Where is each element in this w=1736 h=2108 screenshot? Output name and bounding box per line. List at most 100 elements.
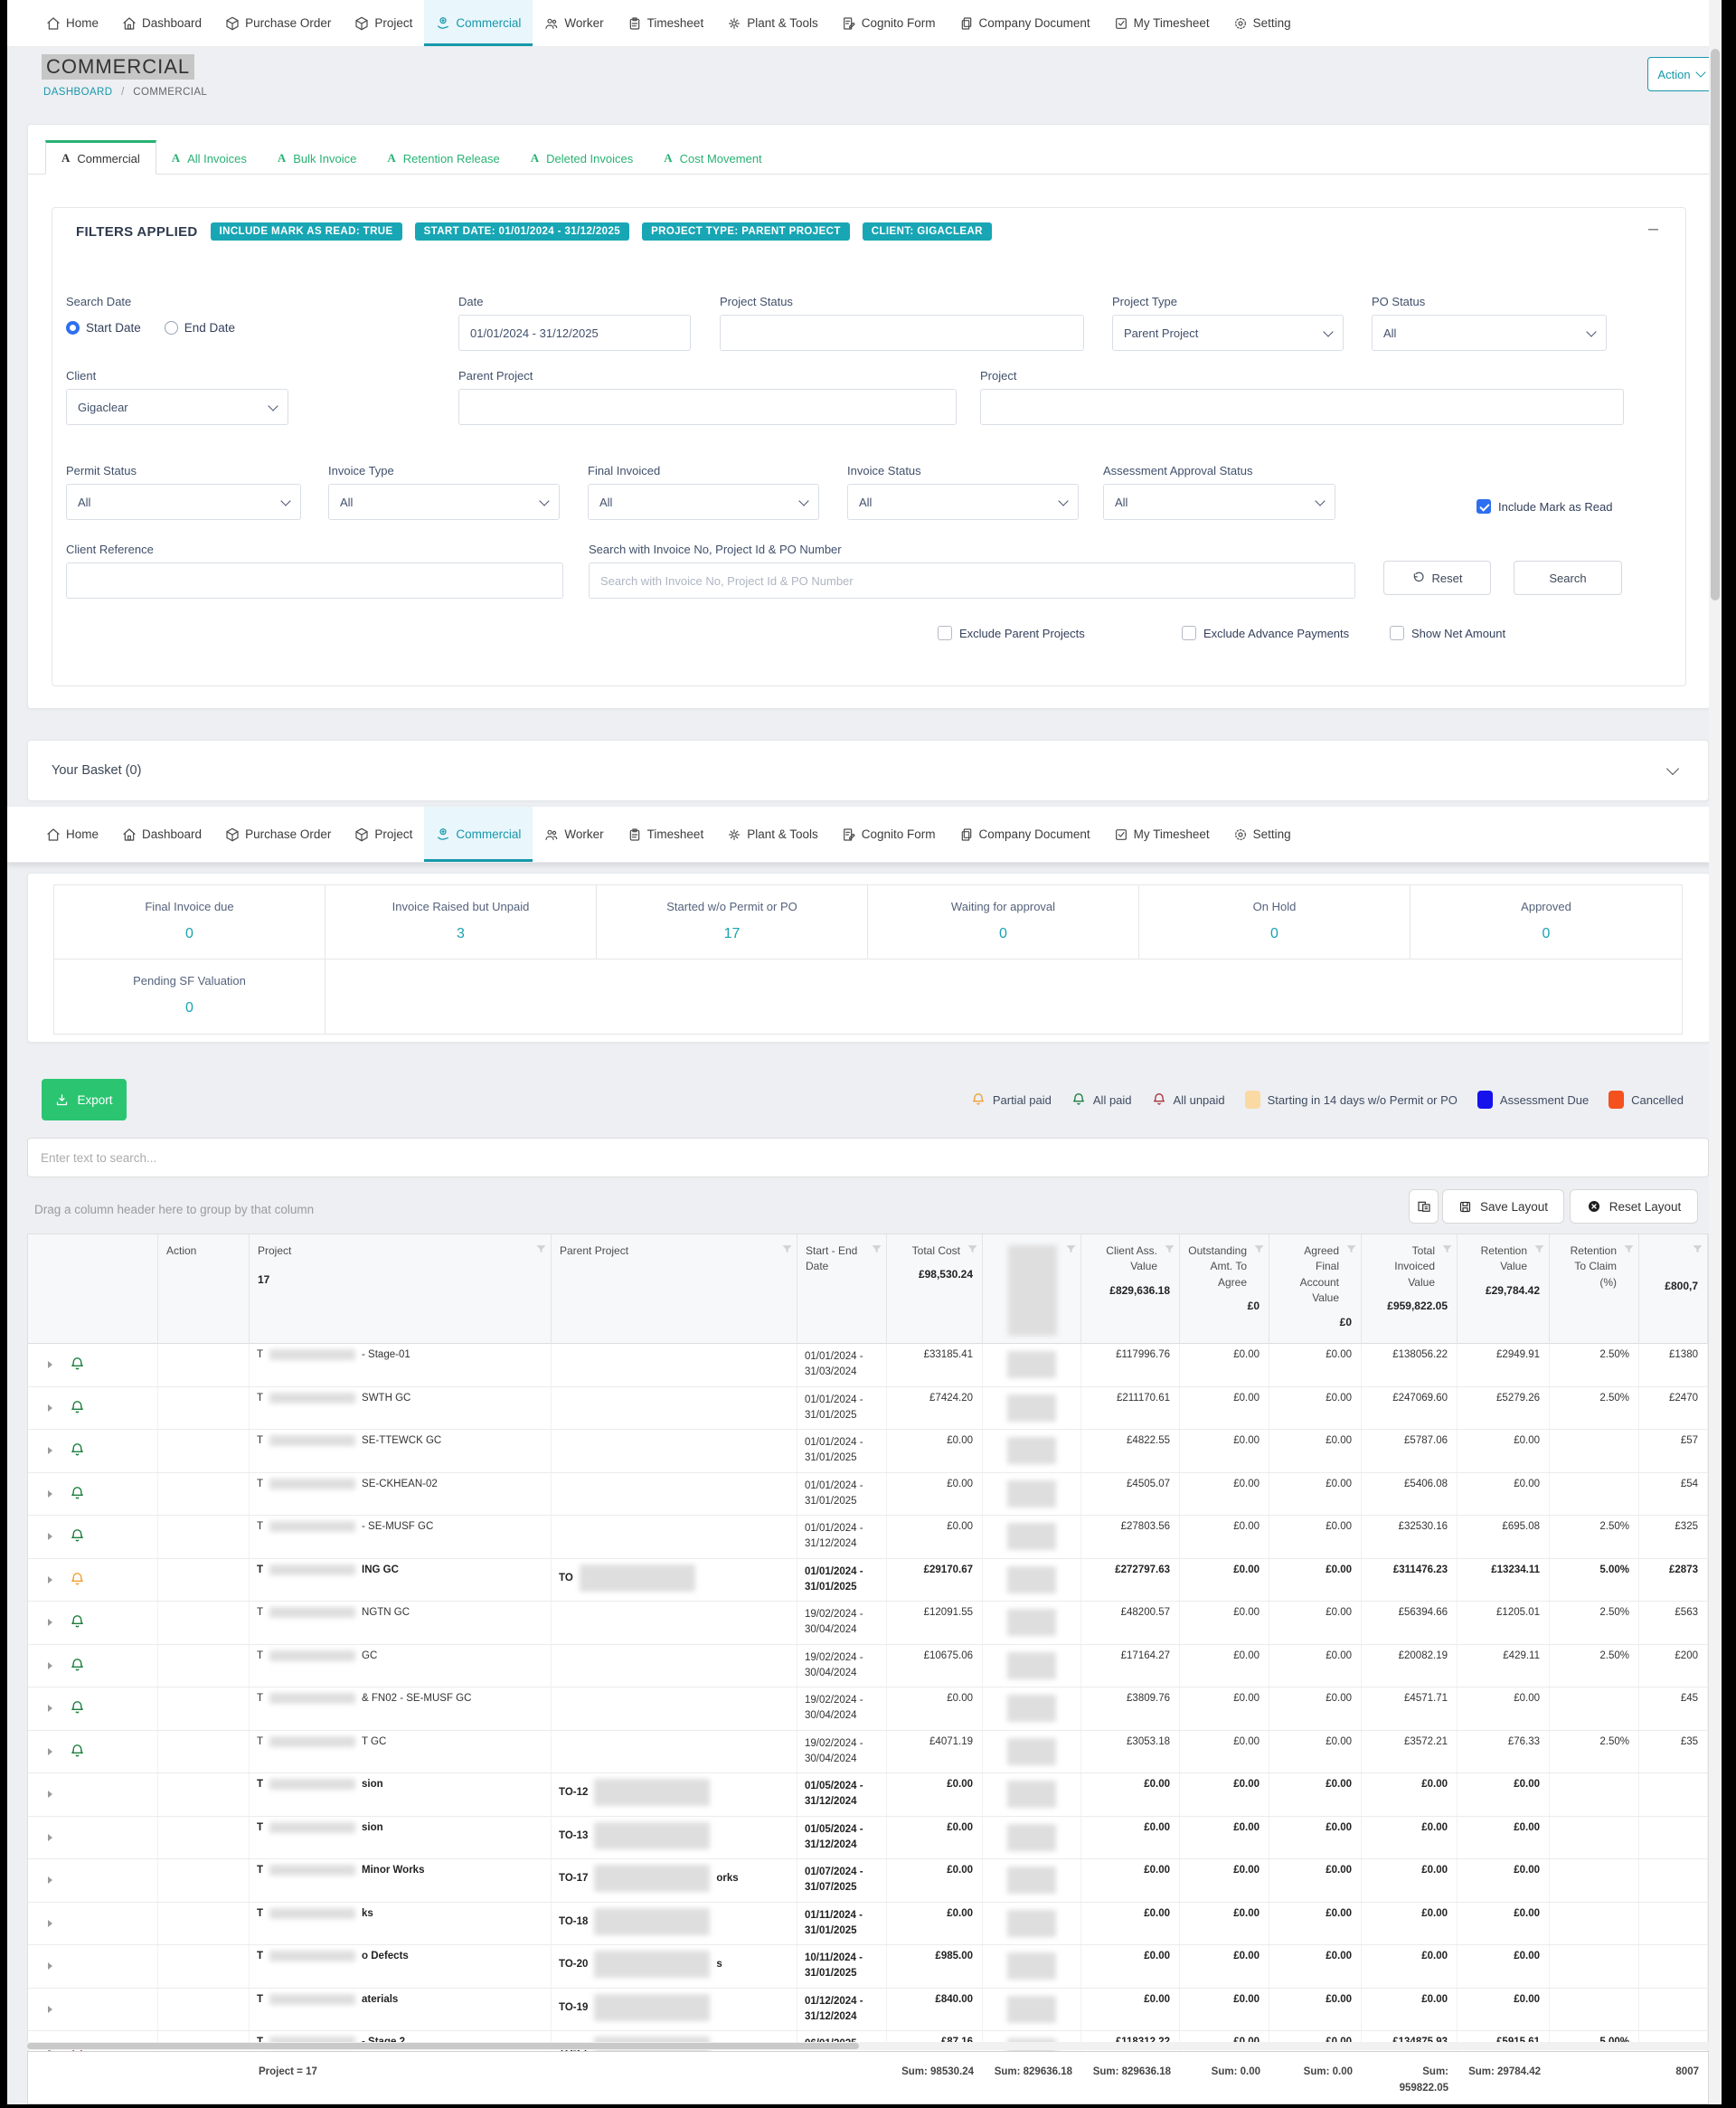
expand-row-icon[interactable] xyxy=(48,1834,52,1841)
client-select[interactable]: Gigaclear xyxy=(66,389,288,425)
filter-funnel-icon[interactable] xyxy=(534,1243,548,1259)
filter-funnel-icon[interactable] xyxy=(1533,1243,1546,1259)
filter-funnel-icon[interactable] xyxy=(1252,1243,1266,1259)
green-bell-icon[interactable] xyxy=(70,1699,85,1717)
action-button[interactable]: Action xyxy=(1647,57,1714,91)
filter-funnel-icon[interactable] xyxy=(1344,1243,1358,1259)
breadcrumb-dashboard-link[interactable]: DASHBOARD xyxy=(43,87,112,98)
nav-item-timesheet[interactable]: Timesheet xyxy=(616,0,716,46)
filter-funnel-icon[interactable] xyxy=(870,1243,883,1259)
expand-row-icon[interactable] xyxy=(48,1662,52,1669)
invoice-status-select[interactable]: All xyxy=(847,484,1079,520)
column-header-redacted[interactable] xyxy=(983,1234,1081,1345)
filter-funnel-icon[interactable] xyxy=(1064,1243,1078,1259)
stat-card-pending-sf-valuation[interactable]: Pending SF Valuation0 xyxy=(54,959,326,1034)
nav-item-dashboard[interactable]: Dashboard xyxy=(110,807,213,862)
expand-row-icon[interactable] xyxy=(48,1791,52,1798)
export-button[interactable]: Export xyxy=(42,1079,127,1120)
filter-funnel-icon[interactable] xyxy=(1252,1243,1266,1256)
filter-funnel-icon[interactable] xyxy=(1163,1243,1176,1259)
checkbox-show-net-amount[interactable]: Show Net Amount xyxy=(1390,626,1505,640)
filter-funnel-icon[interactable] xyxy=(1622,1243,1636,1256)
date-input[interactable] xyxy=(458,315,691,351)
expand-row-icon[interactable] xyxy=(48,1576,52,1583)
filter-funnel-icon[interactable] xyxy=(1163,1243,1176,1256)
basket-card[interactable]: Your Basket (0) xyxy=(27,740,1709,801)
nav-item-worker[interactable]: Worker xyxy=(533,807,615,862)
column-header-expand[interactable] xyxy=(28,1234,158,1345)
stat-card-invoice-raised-but-unpaid[interactable]: Invoice Raised but Unpaid3 xyxy=(326,885,597,959)
column-header-claim[interactable]: Retention To Claim (%) xyxy=(1550,1234,1639,1345)
orange-bell-icon[interactable] xyxy=(70,1571,85,1589)
column-chooser-button[interactable] xyxy=(1409,1189,1439,1224)
nav-item-company-document[interactable]: Company Document xyxy=(948,807,1102,862)
nav-item-project[interactable]: Project xyxy=(343,807,424,862)
expand-row-icon[interactable] xyxy=(48,1748,52,1755)
column-header-total_cost[interactable]: Total Cost£98,530.24 xyxy=(887,1234,983,1345)
nav-item-commercial[interactable]: Commercial xyxy=(424,0,533,46)
filter-funnel-icon[interactable] xyxy=(1533,1243,1546,1256)
filter-funnel-icon[interactable] xyxy=(534,1243,548,1256)
nav-item-company-document[interactable]: Company Document xyxy=(948,0,1102,46)
column-header-outstanding[interactable]: Outstanding Amt. To Agree£0 xyxy=(1180,1234,1269,1345)
search-button[interactable]: Search xyxy=(1514,561,1622,595)
green-bell-icon[interactable] xyxy=(70,1613,85,1631)
column-header-last[interactable]: £800,7 xyxy=(1639,1234,1708,1345)
filter-funnel-icon[interactable] xyxy=(966,1243,979,1259)
nav-item-purchase-order[interactable]: Purchase Order xyxy=(213,807,343,862)
green-bell-icon[interactable] xyxy=(70,1743,85,1761)
checkbox-exclude-parent-projects[interactable]: Exclude Parent Projects xyxy=(938,626,1085,640)
expand-row-icon[interactable] xyxy=(48,1962,52,1970)
nav-item-home[interactable]: Home xyxy=(34,0,110,46)
expand-row-icon[interactable] xyxy=(48,1490,52,1498)
nav-item-setting[interactable]: Setting xyxy=(1222,0,1303,46)
expand-row-icon[interactable] xyxy=(48,1705,52,1712)
expand-row-icon[interactable] xyxy=(48,1533,52,1540)
green-bell-icon[interactable] xyxy=(70,1399,85,1417)
invoice-search-input[interactable] xyxy=(589,562,1355,599)
nav-item-purchase-order[interactable]: Purchase Order xyxy=(213,0,343,46)
column-header-parent[interactable]: Parent Project xyxy=(552,1234,797,1345)
end-date-radio[interactable]: End Date xyxy=(165,321,235,335)
filter-funnel-icon[interactable] xyxy=(1691,1243,1704,1259)
nav-item-project[interactable]: Project xyxy=(343,0,424,46)
tab-deleted-invoices[interactable]: ADeleted Invoices xyxy=(515,143,649,174)
expand-row-icon[interactable] xyxy=(48,1876,52,1884)
nav-item-dashboard[interactable]: Dashboard xyxy=(110,0,213,46)
filter-funnel-icon[interactable] xyxy=(870,1243,883,1256)
nav-item-plant-tools[interactable]: Plant & Tools xyxy=(715,807,830,862)
filter-funnel-icon[interactable] xyxy=(780,1243,794,1256)
filter-funnel-icon[interactable] xyxy=(1440,1243,1454,1256)
client-reference-input[interactable] xyxy=(66,562,563,599)
nav-item-my-timesheet[interactable]: My Timesheet xyxy=(1102,0,1222,46)
grid-search-input[interactable] xyxy=(27,1138,1709,1177)
green-bell-icon[interactable] xyxy=(70,1356,85,1374)
permit-status-select[interactable]: All xyxy=(66,484,301,520)
stat-card-on-hold[interactable]: On Hold0 xyxy=(1139,885,1410,959)
tab-cost-movement[interactable]: ACost Movement xyxy=(648,143,777,174)
nav-item-plant-tools[interactable]: Plant & Tools xyxy=(715,0,830,46)
green-bell-icon[interactable] xyxy=(70,1527,85,1546)
vertical-scrollbar[interactable] xyxy=(1709,0,1722,2104)
nav-item-timesheet[interactable]: Timesheet xyxy=(616,807,716,862)
filter-funnel-icon[interactable] xyxy=(1622,1243,1636,1259)
tab-bulk-invoice[interactable]: ABulk Invoice xyxy=(262,143,372,174)
nav-item-cognito-form[interactable]: Cognito Form xyxy=(830,0,948,46)
invoice-type-select[interactable]: All xyxy=(328,484,560,520)
stat-card-waiting-for-approval[interactable]: Waiting for approval0 xyxy=(868,885,1139,959)
nav-item-my-timesheet[interactable]: My Timesheet xyxy=(1102,807,1222,862)
column-header-retention[interactable]: Retention Value£29,784.42 xyxy=(1458,1234,1550,1345)
green-bell-icon[interactable] xyxy=(70,1442,85,1460)
column-header-total_invoiced[interactable]: Total Invoiced Value£959,822.05 xyxy=(1362,1234,1458,1345)
column-header-agreed[interactable]: Agreed Final Account Value£0 xyxy=(1269,1234,1362,1345)
collapse-filters-icon[interactable]: – xyxy=(1648,219,1658,240)
stat-card-final-invoice-due[interactable]: Final Invoice due0 xyxy=(54,885,326,959)
green-bell-icon[interactable] xyxy=(70,1485,85,1503)
nav-item-setting[interactable]: Setting xyxy=(1222,807,1303,862)
stat-card-approved[interactable]: Approved0 xyxy=(1410,885,1682,959)
reset-layout-button[interactable]: Reset Layout xyxy=(1570,1189,1698,1224)
nav-item-commercial[interactable]: Commercial xyxy=(424,807,533,862)
reset-button[interactable]: Reset xyxy=(1383,561,1491,595)
column-header-action[interactable]: Action xyxy=(158,1234,250,1345)
project-input[interactable] xyxy=(980,389,1624,425)
